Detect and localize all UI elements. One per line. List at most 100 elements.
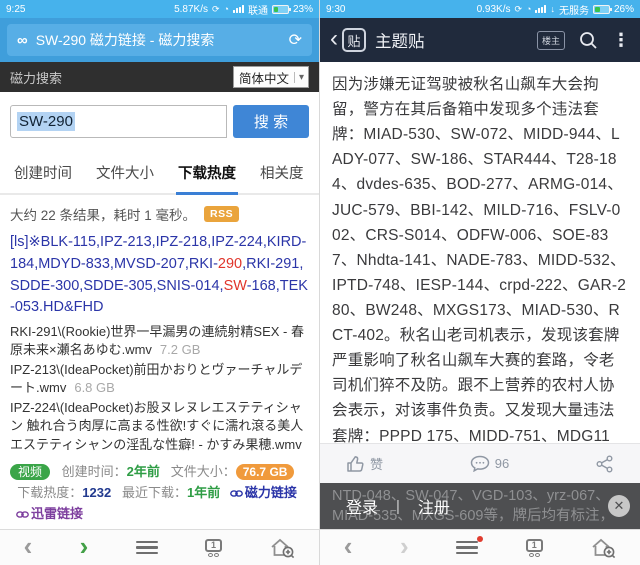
back-button[interactable]: ‹ xyxy=(344,533,353,559)
file-size: 7.2 GB xyxy=(159,342,201,358)
right-phone-tieba: 9:30 0.93K/s ⟳ ◔ ↓ 无服务 26% ‹ 贴 主题贴 楼主 ⋮ … xyxy=(320,0,640,565)
language-selected-value: 简体中文 xyxy=(238,71,289,86)
register-button[interactable]: 注册 xyxy=(418,494,450,518)
result-title-link[interactable]: [ls]※BLK-115,IPZ-213,IPZ-218,IPZ-224,KIR… xyxy=(0,230,319,323)
clock: 9:30 xyxy=(326,3,346,15)
heat-value: 1232 xyxy=(82,484,112,500)
status-bar: 9:30 0.93K/s ⟳ ◔ ↓ 无服务 26% xyxy=(320,0,640,18)
incognito-glasses-icon xyxy=(528,552,540,557)
share-nodes-icon xyxy=(596,455,613,472)
search-input[interactable]: SW-290 xyxy=(10,105,227,138)
post-action-bar: 赞 96 xyxy=(320,443,640,483)
tabs-button[interactable]: 1 xyxy=(204,538,222,557)
network-speed: 5.87K/s xyxy=(174,3,208,15)
alarm-icon: ◔ xyxy=(526,3,532,14)
created-label: 创建时间： xyxy=(61,464,127,479)
magnet-link-label: 磁力链接 xyxy=(244,484,297,500)
tab-relevance[interactable]: 相关度 xyxy=(258,156,306,193)
file-name: IPZ-224\(IdeaPocket)お股ヌレヌレエステティシャン 触れ合う肉… xyxy=(10,399,304,452)
tab-download-heat[interactable]: 下载热度 xyxy=(176,156,238,195)
search-row: SW-290 搜 索 xyxy=(0,92,319,150)
like-label: 赞 xyxy=(370,457,384,472)
menu-button-with-notification[interactable] xyxy=(456,535,484,555)
refresh-icon[interactable]: ⟳ xyxy=(289,30,302,50)
home-search-button[interactable] xyxy=(269,537,295,559)
forward-button[interactable]: › xyxy=(400,533,409,559)
rss-badge[interactable]: RSS xyxy=(204,206,240,222)
close-icon[interactable]: ✕ xyxy=(608,495,630,517)
login-button[interactable]: 登录 xyxy=(346,494,378,518)
search-button[interactable]: 搜 索 xyxy=(233,105,309,138)
battery-icon xyxy=(271,4,291,14)
back-button[interactable]: ‹ xyxy=(24,533,33,559)
status-bar: 9:25 5.87K/s ⟳ ◔ 联通 23% xyxy=(0,0,319,18)
site-name: 磁力搜索 xyxy=(10,70,63,86)
back-button[interactable]: ‹ xyxy=(330,25,338,53)
page-title: SW-290 磁力链接 - 磁力搜索 xyxy=(35,32,215,48)
thunder-link-label: 迅雷链接 xyxy=(31,505,84,521)
type-badge: 视频 xyxy=(10,464,51,480)
language-select[interactable]: 简体中文 ▾ xyxy=(232,66,309,88)
battery-percent: 23% xyxy=(292,3,313,15)
heat-label: 下载热度： xyxy=(17,484,83,500)
thumbs-up-icon xyxy=(347,455,364,472)
tab-create-time[interactable]: 创建时间 xyxy=(12,156,74,193)
notification-dot xyxy=(477,535,484,542)
size-label: 文件大小： xyxy=(170,464,236,479)
more-menu-icon[interactable]: ⋮ xyxy=(612,31,630,49)
menu-button[interactable] xyxy=(135,540,158,555)
no-data-arrow-icon: ↓ xyxy=(550,3,555,14)
sync-icon: ⟳ xyxy=(514,3,523,14)
network-speed: 0.93K/s xyxy=(476,3,511,15)
magnet-link[interactable]: 磁力链接 xyxy=(229,484,297,500)
tab-count: 1 xyxy=(204,538,222,552)
view-op-only-button[interactable]: 楼主 xyxy=(536,30,565,50)
signal-icon xyxy=(232,5,244,13)
browser-bottom-nav: ‹ › 1 xyxy=(0,529,319,565)
carrier-label: 无服务 xyxy=(558,5,589,17)
tieba-header: ‹ 贴 主题贴 楼主 ⋮ xyxy=(320,18,640,62)
alarm-icon: ◔ xyxy=(223,3,229,14)
tab-file-size[interactable]: 文件大小 xyxy=(94,156,156,193)
page-content: SW-290 搜 索 创建时间 文件大小 下载热度 相关度 大约 22 条结果，… xyxy=(0,92,319,529)
comments-button[interactable]: 96 xyxy=(470,455,509,472)
file-list: RKI-291\(Rookie)世界一早漏男の連続射精SEX - 春原未来×瀬名… xyxy=(0,323,319,457)
search-icon[interactable] xyxy=(579,31,598,50)
thunder-link[interactable]: 迅雷链接 xyxy=(16,506,83,521)
file-size: 6.8 GB xyxy=(74,380,115,396)
share-button[interactable] xyxy=(596,455,614,473)
chevron-down-icon: ▾ xyxy=(293,71,308,83)
dimmed-post-continuation: NTD-048、SW-047、VGD-103、yrz-067、 MIAD-535… xyxy=(320,483,640,529)
link-icon: ∞ xyxy=(17,31,28,49)
file-name: RKI-291\(Rookie)世界一早漏男の連続射精SEX - 春原未来×瀬名… xyxy=(10,324,304,358)
search-input-value: SW-290 xyxy=(17,112,75,131)
clock: 9:25 xyxy=(6,3,26,15)
tieba-logo-icon[interactable]: 贴 xyxy=(342,28,366,52)
chain-icon xyxy=(16,510,29,518)
site-title-bar: 磁力搜索 简体中文 ▾ xyxy=(0,62,319,92)
sort-tabs: 创建时间 文件大小 下载热度 相关度 xyxy=(0,150,319,195)
results-summary: 大约 22 条结果，耗时 1 毫秒。 xyxy=(10,208,197,223)
like-button[interactable]: 赞 xyxy=(346,454,383,473)
tabs-button[interactable]: 1 xyxy=(525,538,543,557)
signal-icon xyxy=(535,5,547,13)
left-phone-magnet-search: 9:25 5.87K/s ⟳ ◔ 联通 23% ∞ SW-290 磁力链接 - … xyxy=(0,0,320,565)
address-bar[interactable]: ∞ SW-290 磁力链接 - 磁力搜索 ⟳ xyxy=(7,24,312,56)
result-title-highlight: 290 xyxy=(217,255,243,272)
post-body-text: 因为涉嫌无证驾驶被秋名山飙车大会拘留，警方在其后备箱中发现多个违法套牌：MIAD… xyxy=(332,76,627,443)
home-search-button[interactable] xyxy=(590,537,616,559)
forward-button[interactable]: › xyxy=(80,533,89,559)
sync-icon: ⟳ xyxy=(212,3,220,14)
carrier-label: 联通 xyxy=(247,5,268,17)
comment-bubble-icon xyxy=(470,455,490,472)
browser-address-row: ∞ SW-290 磁力链接 - 磁力搜索 ⟳ xyxy=(0,18,319,62)
file-name: IPZ-213\(IdeaPocket)前田かおりとヴァーチャルデート.wmv xyxy=(10,361,303,396)
battery-percent: 26% xyxy=(613,3,634,15)
recent-value: 1年前 xyxy=(187,484,221,500)
size-badge: 76.7 GB xyxy=(235,464,295,480)
file-item: IPZ-224\(IdeaPocket)お股ヌレヌレエステティシャン 触れ合う肉… xyxy=(10,399,309,457)
page-title: 主题贴 xyxy=(375,33,425,51)
results-info-row: 大约 22 条结果，耗时 1 毫秒。 RSS xyxy=(0,195,319,230)
browser-bottom-nav: ‹ › 1 xyxy=(320,529,640,565)
result-title-highlight: SW xyxy=(223,277,247,294)
